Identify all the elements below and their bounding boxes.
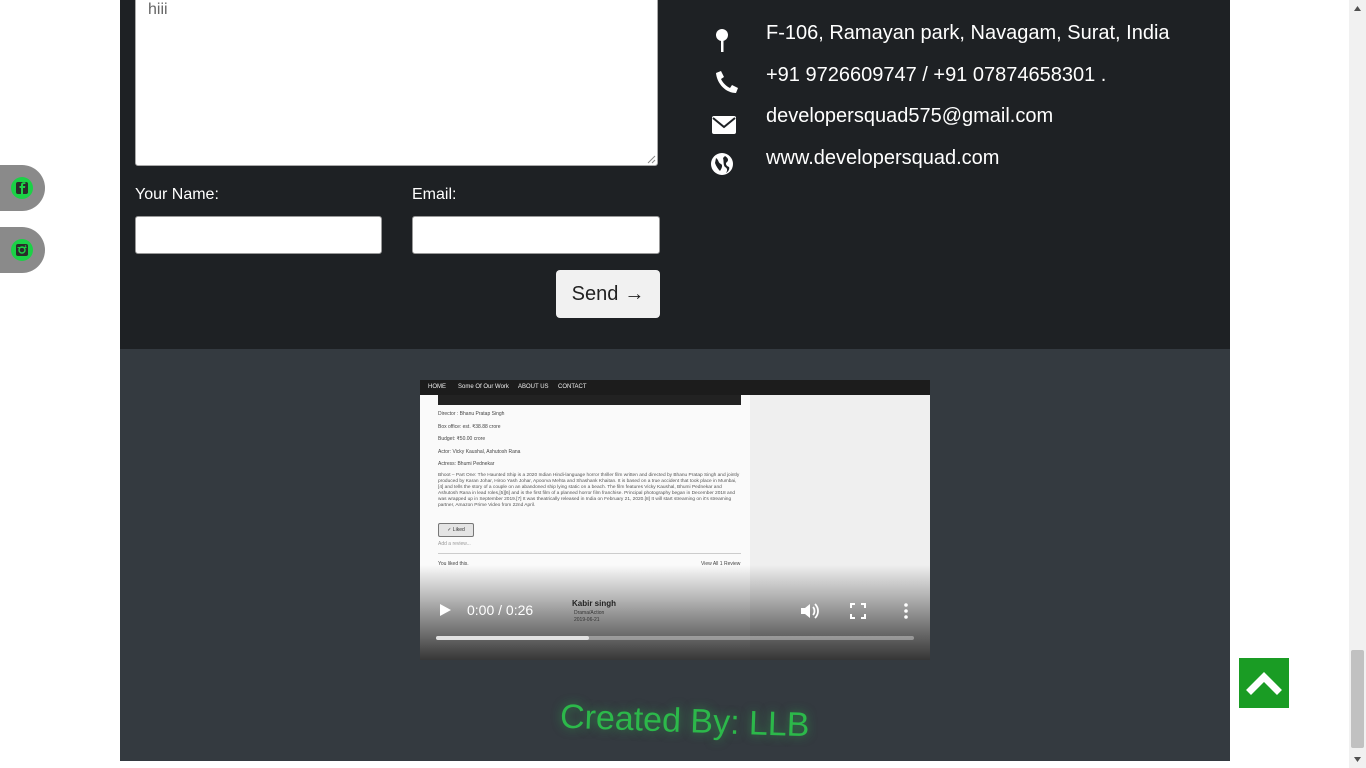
message-textarea[interactable]: hiii — [135, 0, 658, 166]
credit-text: Created By: LLB — [559, 697, 811, 745]
phone-text: +91 9726609747 / +91 07874658301 . — [766, 64, 1107, 86]
phone-icon — [716, 71, 738, 93]
chevron-up-icon — [1246, 672, 1282, 695]
video-buffered — [436, 636, 589, 640]
page-scrollbar[interactable] — [1349, 0, 1366, 768]
map-pin-icon — [716, 29, 728, 52]
scroll-down-arrow-icon[interactable] — [1353, 755, 1362, 764]
instagram-icon — [11, 239, 33, 261]
name-label: Your Name: — [135, 186, 219, 203]
scroll-to-top-button[interactable] — [1239, 658, 1289, 708]
footer-section: HOME Some Of Our Work ABOUT US CONTACT D… — [120, 349, 1230, 761]
envelope-icon — [712, 116, 736, 134]
scrollbar-thumb[interactable] — [1351, 650, 1364, 748]
contact-section: hiii Your Name: Email: Send → F-106, Ram… — [120, 0, 1230, 349]
instagram-button[interactable] — [0, 227, 45, 273]
arrow-right-icon: → — [624, 282, 645, 305]
name-input[interactable] — [135, 216, 382, 254]
email-label: Email: — [412, 186, 457, 203]
play-icon[interactable] — [438, 602, 452, 618]
website-text: www.developersquad.com — [766, 147, 1000, 169]
fullscreen-icon[interactable] — [850, 603, 866, 619]
page-content: hiii Your Name: Email: Send → F-106, Ram… — [120, 0, 1230, 761]
video-time: 0:00 / 0:26 — [467, 602, 534, 618]
more-options-icon[interactable] — [902, 602, 910, 620]
globe-icon — [711, 153, 733, 175]
email-input[interactable] — [412, 216, 660, 254]
facebook-icon — [11, 177, 33, 199]
email-text: developersquad575@gmail.com — [766, 105, 1054, 127]
scroll-up-arrow-icon[interactable] — [1353, 4, 1362, 13]
address-text: F-106, Ramayan park, Navagam, Surat, Ind… — [766, 22, 1170, 44]
video-player[interactable]: HOME Some Of Our Work ABOUT US CONTACT D… — [420, 380, 930, 660]
video-progress-bar[interactable] — [436, 636, 914, 640]
resize-grip-icon[interactable] — [647, 155, 656, 164]
facebook-button[interactable] — [0, 165, 45, 211]
message-text: hiii — [148, 1, 168, 18]
send-button[interactable]: Send → — [556, 270, 660, 318]
volume-icon[interactable] — [800, 602, 820, 620]
send-label: Send — [571, 282, 619, 305]
frame-nav: HOME Some Of Our Work ABOUT US CONTACT — [420, 380, 930, 395]
